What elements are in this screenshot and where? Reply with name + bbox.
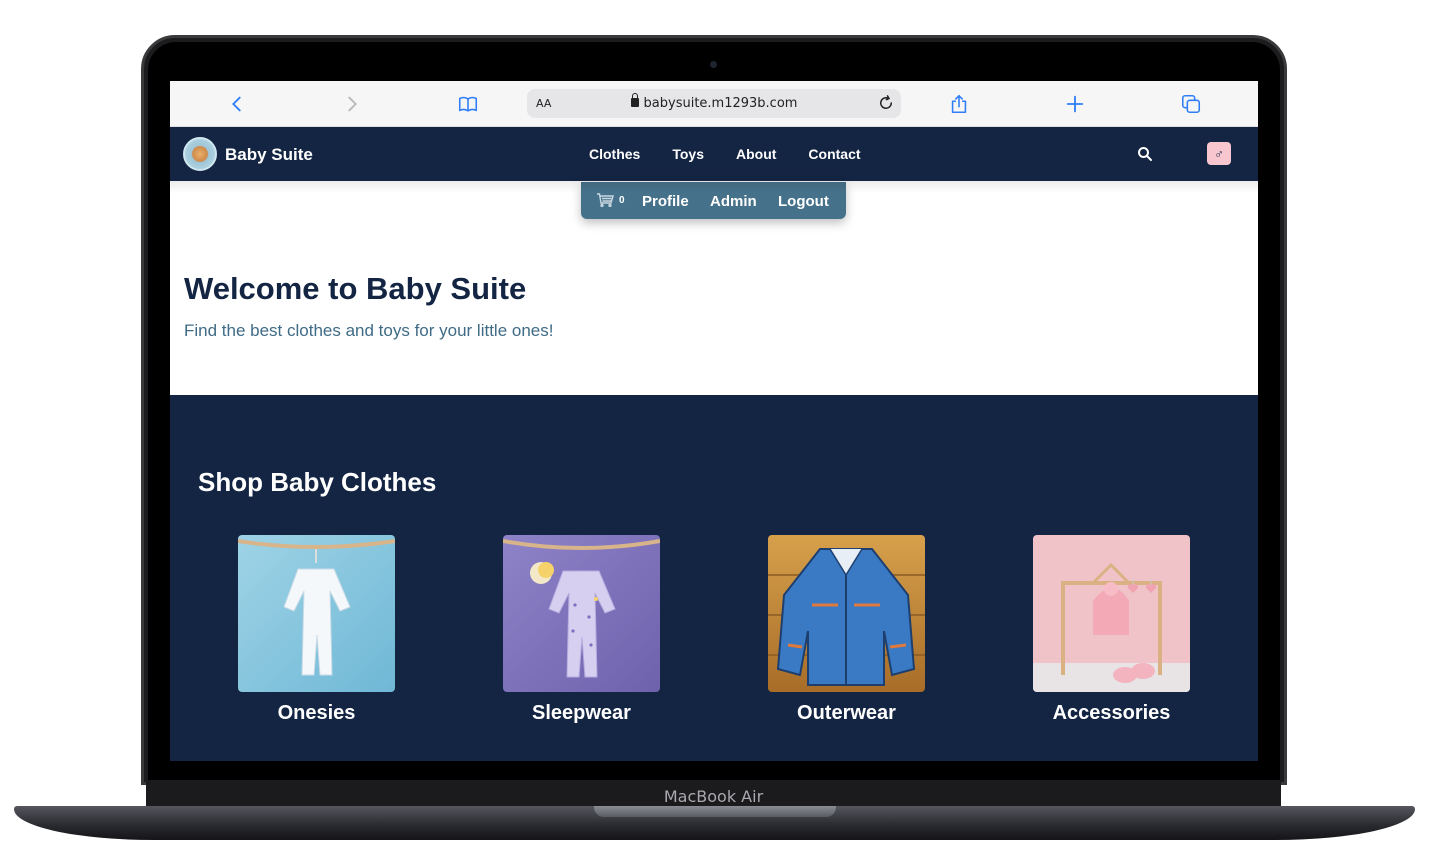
hero-subtitle: Find the best clothes and toys for your … [184, 321, 554, 340]
cart-icon[interactable] [596, 193, 614, 208]
forward-icon[interactable] [340, 92, 364, 116]
search-icon[interactable] [1137, 146, 1153, 162]
site-navbar: Baby Suite Clothes Toys About Contact ♂ [170, 127, 1258, 181]
laptop-base-notch [594, 806, 836, 817]
brand-logo[interactable] [183, 137, 217, 171]
hero-title: Welcome to Baby Suite [184, 271, 527, 306]
onesies-image[interactable] [238, 535, 395, 692]
laptop-chin: MacBook Air [146, 780, 1281, 808]
reload-icon[interactable] [877, 94, 895, 112]
category-label-outerwear[interactable]: Outerwear [768, 702, 925, 725]
shop-section-title: Shop Baby Clothes [198, 467, 437, 497]
admin-link[interactable]: Admin [710, 193, 757, 210]
address-bar[interactable]: AA babysuite.m1293b.com [527, 89, 901, 118]
lock-icon [630, 93, 639, 107]
webcam [710, 61, 717, 68]
category-card-outerwear[interactable]: Outerwear [768, 535, 925, 725]
accessories-image[interactable] [1033, 535, 1190, 692]
nav-link-toys[interactable]: Toys [672, 146, 704, 162]
category-card-sleepwear[interactable]: Sleepwear [503, 535, 660, 725]
category-label-accessories[interactable]: Accessories [1033, 702, 1190, 725]
category-label-sleepwear[interactable]: Sleepwear [503, 702, 660, 725]
url-display: babysuite.m1293b.com [527, 93, 901, 111]
sleepwear-image[interactable] [503, 535, 660, 692]
shop-section: Shop Baby Clothes Onesies Sleepwear Oute… [170, 395, 1258, 761]
gender-toggle-button[interactable]: ♂ [1207, 142, 1231, 165]
laptop-frame: AA babysuite.m1293b.com Baby Suite Cloth… [0, 0, 1433, 864]
tabs-overview-icon[interactable] [1179, 92, 1203, 116]
nav-link-about[interactable]: About [736, 146, 776, 162]
category-card-onesies[interactable]: Onesies [238, 535, 395, 725]
category-card-accessories[interactable]: Accessories [1033, 535, 1190, 725]
logout-link[interactable]: Logout [778, 193, 829, 210]
device-label: MacBook Air [663, 787, 764, 806]
back-icon[interactable] [225, 92, 249, 116]
share-icon[interactable] [947, 92, 971, 116]
main-nav: Clothes Toys About Contact [589, 146, 893, 162]
cart-count-badge: 0 [619, 195, 625, 206]
outerwear-image[interactable] [768, 535, 925, 692]
nav-link-clothes[interactable]: Clothes [589, 146, 640, 162]
bookmarks-icon[interactable] [456, 92, 480, 116]
browser-toolbar: AA babysuite.m1293b.com [170, 81, 1258, 127]
nav-link-contact[interactable]: Contact [808, 146, 860, 162]
navbar-shadow [170, 181, 1258, 193]
brand-name[interactable]: Baby Suite [225, 145, 313, 165]
browser-screen: AA babysuite.m1293b.com Baby Suite Cloth… [170, 81, 1258, 761]
url-text: babysuite.m1293b.com [643, 96, 798, 111]
new-tab-icon[interactable] [1063, 92, 1087, 116]
category-label-onesies[interactable]: Onesies [238, 702, 395, 725]
profile-link[interactable]: Profile [642, 193, 689, 210]
